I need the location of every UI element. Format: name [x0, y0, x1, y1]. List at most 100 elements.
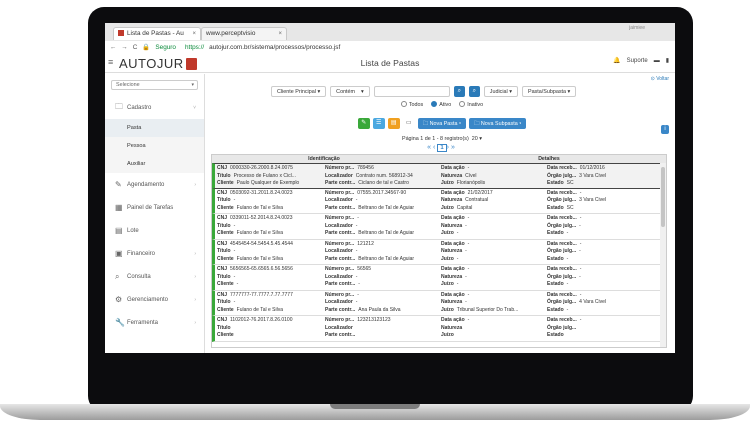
radio-inativo[interactable]: Inativo [459, 101, 483, 108]
radio-label: Inativo [467, 102, 484, 108]
sidebar-sub-pasta[interactable]: Pasta [105, 119, 204, 137]
per-page-select[interactable]: 20 [472, 136, 478, 142]
field-label: Data receb... [547, 189, 577, 196]
sidebar-item-ferramenta[interactable]: 🔧 Ferramenta › [105, 311, 204, 334]
sidebar-item-cadastro[interactable]: 🗀 Cadastro ˅ [105, 96, 204, 119]
url-text[interactable]: https:// autojur.com.br/sistema/processos… [180, 44, 340, 51]
field-titulo: Título - [217, 223, 321, 231]
sidebar-item-consulta[interactable]: ⌕ Consulta › [105, 265, 204, 288]
voltar-link[interactable]: ⊙ Voltar [651, 76, 669, 82]
current-page[interactable]: 1 [437, 144, 447, 152]
field-label: Número pr... [325, 266, 355, 272]
table-row[interactable]: CNJ 4545454-54.5454.5.45.4544 Título - Clien… [212, 239, 666, 265]
field-label: Data ação [441, 215, 465, 221]
field-value: - [579, 222, 581, 229]
field-label: Órgão julg... [547, 222, 577, 229]
button-label: Nova Subpasta [480, 121, 518, 127]
field-value: - [467, 215, 470, 221]
table-cell: CNJ 0000330-26.2000.8.24.0075 Título Proces… [215, 164, 323, 188]
table-cell: Data receb... - Órgão julg... - Estado - [545, 214, 655, 239]
sidebar-item-gerenciamento[interactable]: ⚙ Gerenciamento › [105, 288, 204, 311]
field-value: Beltrano de Tal de Aguiar [358, 230, 415, 237]
archive-button[interactable]: ▤ [387, 118, 400, 129]
field-label: Data receb... [547, 266, 577, 272]
field-cliente: Cliente - [217, 281, 321, 289]
scrollbar[interactable] [660, 163, 666, 347]
table-row[interactable]: CNJ 1102012-76.2017.8.26.0100 Título Client… [212, 316, 666, 342]
table-cell: Data ação 21/02/2017 Natureza Contratual Juí… [439, 189, 545, 214]
sidebar-item-label: Ferramenta [127, 319, 159, 326]
filter-bar: Cliente Principal ▾ Contém ▾ ⌕ ⌕ Judicia… [271, 86, 577, 97]
field-orgao: Órgão julg... 3 Vara Civel [547, 197, 653, 205]
radio-ativo[interactable]: Ativo [431, 101, 451, 108]
radio-label: Ativo [439, 102, 452, 108]
sidebar-item-label: Gerenciamento [127, 296, 169, 303]
sidebar-sub-pessoa[interactable]: Pessoa [105, 137, 204, 155]
contem-dropdown[interactable]: Contém ▾ [330, 86, 370, 97]
bookmark-icon[interactable]: ▮ [666, 57, 669, 64]
field-receb: Data receb... - [547, 317, 653, 325]
chat-icon[interactable]: ▬ [654, 58, 660, 64]
info-button[interactable]: i [661, 125, 669, 134]
last-page-icon[interactable]: » [451, 144, 457, 151]
reload-icon[interactable]: C [133, 44, 138, 51]
back-icon[interactable]: ← [110, 44, 116, 51]
sidebar-item-financeiro[interactable]: ▣ Financeiro › [105, 242, 204, 265]
field-estado: Estado - [547, 230, 653, 238]
table-row[interactable]: CNJ 0503092-31.2011.8.24.0023 Título - Clien… [212, 188, 666, 214]
sidebar-sub-auxiliar[interactable]: Auxiliar [105, 155, 204, 173]
field-value: - [233, 222, 236, 229]
nova-pasta-button[interactable]: 🗀 Nova Pasta ▾ [417, 118, 466, 129]
field-numero: Número pr... 789456 [325, 165, 437, 173]
field-label: Natureza [441, 197, 463, 204]
table-row[interactable]: CNJ 0339011-52.2014.8.24.0023 Título - Clien… [212, 214, 666, 240]
chevron-icon: › [194, 250, 196, 257]
close-icon[interactable]: × [278, 28, 282, 40]
bell-icon[interactable]: 🔔 [613, 57, 620, 64]
field-label: Parte contr... [325, 306, 356, 313]
field-label: Número pr... [325, 189, 355, 196]
field-label: Parte contr... [325, 230, 356, 237]
cliente-dropdown[interactable]: Cliente Principal ▾ [271, 86, 327, 97]
chevron-icon: › [194, 273, 196, 280]
list-button[interactable]: ☰ [372, 118, 385, 129]
table-row[interactable]: CNJ 5656565-65.6565.6.56.5656 Título - Clien… [212, 265, 666, 291]
sidebar-item-lote[interactable]: ▤ Lote [105, 219, 204, 242]
search-button[interactable]: ⌕ [453, 86, 465, 97]
search-input[interactable] [373, 86, 450, 97]
header-identificacao: Identificação [308, 156, 340, 162]
pasta-dropdown[interactable]: Pasta/Subpasta ▾ [521, 86, 577, 97]
field-natureza: Natureza - [441, 248, 543, 256]
radio-todos[interactable]: Todos [400, 101, 423, 108]
columns-icon[interactable]: ▭ [403, 118, 415, 129]
table-cell: Data receb... - Órgão julg... 3 Vara Civel E… [545, 189, 655, 214]
sidebar-item-painel[interactable]: ▦ Painel de Tarefas [105, 196, 204, 219]
table-row[interactable]: CNJ 0000330-26.2000.8.24.0075 Título Proces… [212, 163, 666, 189]
sidebar-select[interactable]: Selecione ▾ [111, 80, 198, 90]
edit-button[interactable]: ✎ [357, 118, 370, 129]
browser-tab[interactable]: www.perceptvisio × [201, 27, 287, 40]
forward-icon[interactable]: → [121, 44, 127, 51]
field-value: Tribunal Superior Do Trab... [456, 306, 519, 313]
field-cliente: Cliente Fulano de Tal e Silva [217, 230, 321, 238]
nova-subpasta-button[interactable]: 🗀 Nova Subpasta ▾ [469, 118, 527, 129]
secure-label: Seguro [155, 43, 176, 51]
judicial-dropdown[interactable]: Judicial ▾ [483, 86, 518, 97]
address-bar[interactable]: ← → C 🔒 Seguro https:// autojur.com.br/si… [105, 41, 675, 53]
close-icon[interactable]: × [192, 28, 196, 40]
scrollbar-thumb[interactable] [661, 167, 665, 227]
table-row[interactable]: CNJ 7777777-77.7777.7.77.7777 Título - Clien… [212, 290, 666, 316]
button-label: Nova Pasta [429, 121, 458, 127]
browser-tab-active[interactable]: Lista de Pastas - Au × [113, 27, 201, 40]
field-value: Paulo Qualquer de Exemplo [236, 180, 300, 187]
field-value: - [465, 299, 467, 306]
advanced-search-button[interactable]: ⌕ [468, 86, 480, 97]
user-menu[interactable]: Suporte [627, 58, 648, 64]
field-value: Processo de Fulano x Cicl... [233, 172, 296, 179]
field-value: SC [566, 204, 574, 211]
table-cell: Data receb... - Órgão julg... Estado [545, 316, 655, 341]
field-estado: Estado - [547, 256, 653, 264]
sidebar-item-agendamento[interactable]: ✎ Agendamento › [105, 173, 204, 196]
header-detalhes: Detalhes [538, 156, 560, 162]
field-natureza: Natureza - [441, 223, 543, 231]
